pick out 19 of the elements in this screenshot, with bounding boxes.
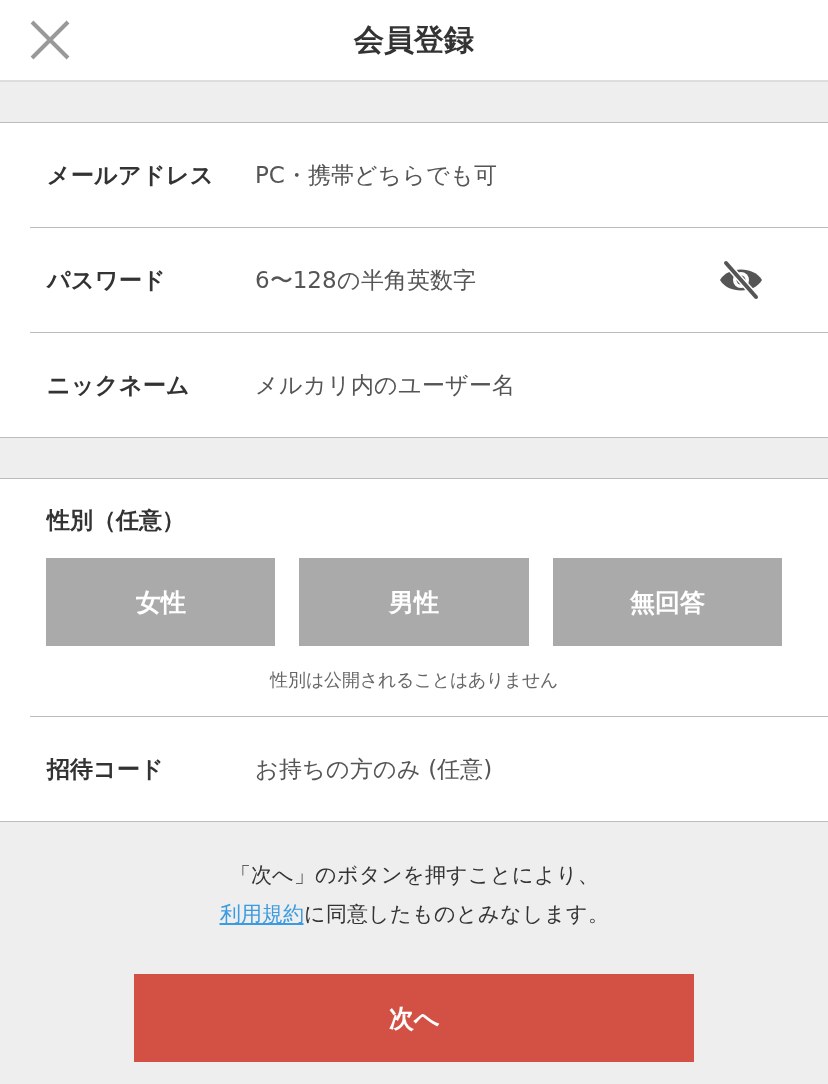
gender-option[interactable]: 無回答 <box>552 558 782 646</box>
input-field[interactable]: 6〜128の半角英数字 <box>255 260 718 300</box>
close-icon[interactable] <box>30 20 70 60</box>
gender-note: 性別は公開されることはありません <box>270 668 558 692</box>
input-field[interactable]: お持ちの方のみ (任意) <box>255 749 828 789</box>
input-field[interactable]: PC・携帯どちらでも可 <box>255 155 828 195</box>
gender-option[interactable]: 女性 <box>46 558 276 646</box>
next-button[interactable]: 次へ <box>134 974 694 1062</box>
page-title: 会員登録 <box>354 20 474 59</box>
consent-text: 「次へ」のボタンを押すことにより、 利用規約に同意したものとみなします。 <box>218 862 610 928</box>
field-label: 招待コード <box>45 754 165 784</box>
field-label: パスワード <box>45 265 167 295</box>
gender-label: 性別（任意） <box>45 506 185 535</box>
terms-link[interactable]: 利用規約 <box>219 902 304 926</box>
input-field[interactable]: メルカリ内のユーザー名 <box>255 365 828 405</box>
field-label: メールアドレス <box>46 160 215 190</box>
gender-option[interactable]: 男性 <box>299 558 529 646</box>
eye-slash-icon[interactable] <box>718 260 764 300</box>
field-label: ニックネーム <box>46 370 191 400</box>
